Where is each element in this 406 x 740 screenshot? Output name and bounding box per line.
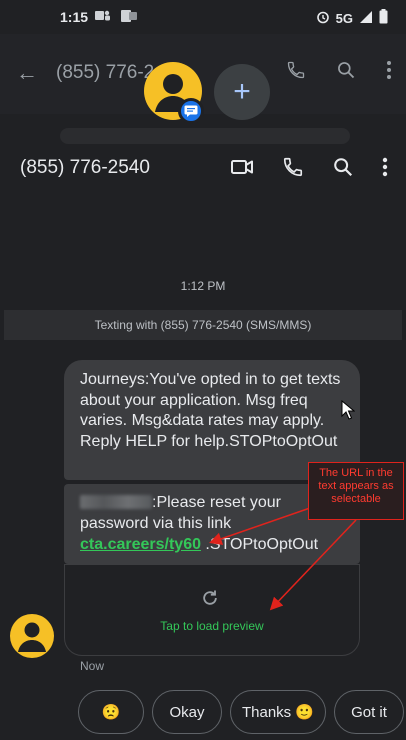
faded-divider bbox=[60, 128, 350, 144]
background-phone-icon bbox=[286, 60, 306, 85]
tap-to-load-preview[interactable]: Tap to load preview bbox=[64, 619, 360, 633]
smart-reply-thanks[interactable]: Thanks 🙂 bbox=[230, 690, 326, 734]
message-time-label: 1:12 PM bbox=[180, 279, 226, 293]
network-type: 5G bbox=[335, 10, 353, 26]
sender-avatar[interactable] bbox=[10, 614, 54, 658]
video-call-icon[interactable] bbox=[230, 156, 254, 183]
more-options-icon[interactable] bbox=[382, 156, 388, 183]
search-icon[interactable] bbox=[332, 156, 354, 183]
refresh-icon bbox=[200, 588, 220, 613]
contact-title: (855) 776-2540 bbox=[20, 157, 150, 178]
signal-icon bbox=[359, 10, 373, 27]
teams-icon bbox=[94, 9, 112, 26]
texting-banner: Texting with (855) 776-2540 (SMS/MMS) bbox=[4, 310, 402, 340]
rcs-chat-badge-icon bbox=[178, 98, 204, 124]
smart-reply-got-it[interactable]: Got it bbox=[334, 690, 404, 734]
status-right: 5G bbox=[316, 9, 388, 27]
alarm-icon bbox=[316, 10, 330, 27]
add-button[interactable]: + bbox=[214, 64, 270, 120]
background-search-icon bbox=[336, 60, 356, 85]
phone-call-icon[interactable] bbox=[282, 156, 304, 183]
background-contact-title: (855) 776-2 bbox=[56, 62, 155, 83]
message-status-now: Now bbox=[80, 659, 105, 673]
message-text: Journeys:You've opted in to get texts ab… bbox=[80, 371, 341, 450]
annotation-callout: The URL in the text appears as selectabl… bbox=[308, 462, 404, 520]
battery-icon bbox=[379, 9, 388, 27]
exchange-icon bbox=[120, 9, 138, 26]
status-time: 1:15 bbox=[60, 9, 89, 25]
background-more-icon bbox=[386, 60, 392, 86]
smart-reply-emoji[interactable]: 😟 bbox=[78, 690, 144, 734]
back-arrow-icon[interactable]: ← bbox=[16, 60, 38, 86]
message-link[interactable]: cta.careers/ty60 bbox=[80, 536, 201, 553]
smart-reply-okay[interactable]: Okay bbox=[152, 690, 222, 734]
mouse-cursor-icon bbox=[341, 399, 356, 425]
message-trailing-text: .STOPtoOptOut bbox=[200, 536, 319, 553]
redacted-sender-name bbox=[80, 495, 152, 509]
